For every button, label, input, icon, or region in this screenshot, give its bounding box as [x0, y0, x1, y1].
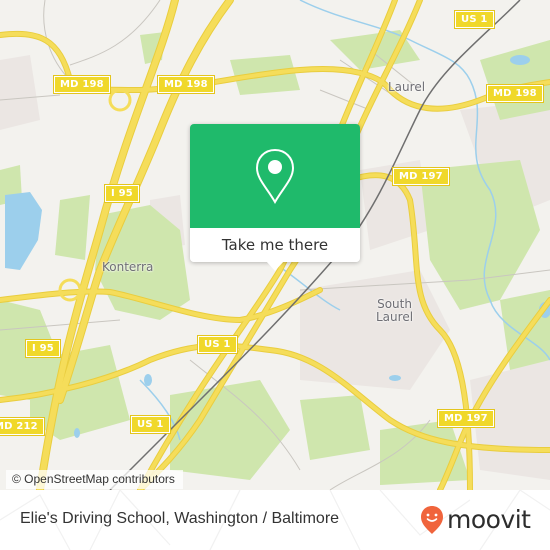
popup-pointer [266, 261, 284, 271]
place-label-south-laurel: South Laurel [376, 297, 414, 324]
place-label-konterra: Konterra [102, 260, 154, 274]
location-popup: Take me there [190, 124, 360, 271]
map-pin-icon [255, 148, 295, 204]
road-shield-md-198: MD 198 [487, 85, 543, 102]
map[interactable]: MD 198 MD 198 US 1 MD 198 I 95 MD 197 I … [0, 0, 550, 490]
road-shield-md-198: MD 198 [158, 76, 214, 93]
take-me-there-button[interactable]: Take me there [190, 228, 360, 262]
road-shield-us-1: US 1 [198, 336, 237, 353]
popup-header [190, 124, 360, 228]
road-shield-md-197: MD 197 [393, 168, 449, 185]
moovit-pin-smile-icon [421, 506, 443, 534]
moovit-wordmark: moovit [447, 505, 531, 534]
road-shield-us-1: US 1 [131, 416, 170, 433]
road-shield-md-212: MD 212 [0, 418, 44, 435]
place-title: Elie's Driving School, Washington / Balt… [20, 510, 340, 527]
road-shield-md-197: MD 197 [438, 410, 494, 427]
road-shield-i-95: I 95 [26, 340, 60, 357]
road-shield-us-1: US 1 [455, 11, 494, 28]
moovit-logo[interactable]: moovit [420, 504, 531, 536]
road-shield-i-95: I 95 [105, 185, 139, 202]
place-label-laurel: Laurel [388, 80, 426, 94]
road-shield-md-198: MD 198 [54, 76, 110, 93]
map-attribution[interactable]: © OpenStreetMap contributors [6, 470, 183, 489]
footer-bar: Elie's Driving School, Washington / Balt… [0, 490, 550, 550]
